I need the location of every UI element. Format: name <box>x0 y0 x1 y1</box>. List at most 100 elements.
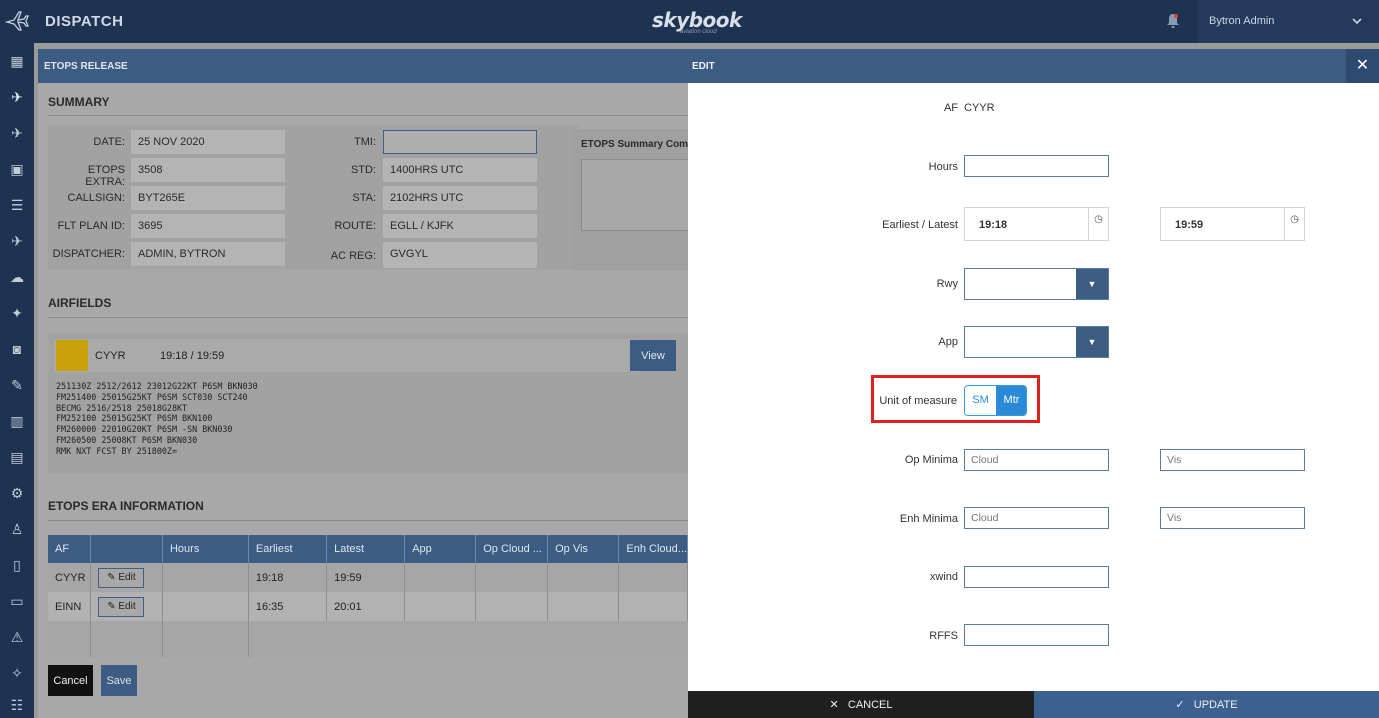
edit-row-button[interactable]: ✎ Edit <box>98 567 145 588</box>
flight-crossed-icon[interactable]: ✈ <box>8 124 26 142</box>
monitor-icon[interactable]: ▭ <box>8 592 26 610</box>
hours-label: Hours <box>928 161 958 173</box>
sta-label: STA: <box>352 192 376 204</box>
save-button[interactable]: Save <box>101 665 137 696</box>
edit-row-button[interactable]: ✎ Edit <box>98 596 145 617</box>
plane-icon[interactable]: ✈ <box>8 88 26 106</box>
clock-icon[interactable]: ◷ <box>1284 208 1304 240</box>
empty-cell <box>90 621 163 657</box>
user-icon[interactable]: ♙ <box>8 520 26 538</box>
weather-icon[interactable]: ☁ <box>8 268 26 286</box>
earliest-time-input[interactable]: 19:18 ◷ <box>964 207 1109 241</box>
era-col-enh-cloud[interactable]: Enh Cloud... <box>618 535 688 563</box>
edit-header-title: EDIT <box>692 61 715 72</box>
settings-box-icon[interactable]: ◙ <box>8 340 26 358</box>
update-button[interactable]: ✓ UPDATE <box>1034 691 1379 718</box>
grid-icon[interactable]: ▦ <box>8 52 26 70</box>
edit-document-icon[interactable]: ✎ <box>8 376 26 394</box>
user-menu[interactable]: Bytron Admin <box>1198 0 1379 43</box>
tmi-input[interactable] <box>383 130 537 154</box>
row-op-vis <box>547 563 620 592</box>
screen-icon[interactable]: ▤ <box>8 448 26 466</box>
era-col-op-cloud[interactable]: Op Cloud ... <box>475 535 549 563</box>
era-col-app[interactable]: App <box>404 535 477 563</box>
empty-cell <box>475 621 548 657</box>
era-header-row: AF Hours Earliest Latest App Op Cloud ..… <box>48 535 688 563</box>
era-col-actions <box>90 535 163 563</box>
table-row: EINN ✎ Edit 16:35 20:01 <box>48 592 688 621</box>
pin-icon[interactable]: ✦ <box>8 304 26 322</box>
summary-divider <box>48 115 688 116</box>
table-row: CYYR ✎ Edit 19:18 19:59 <box>48 563 688 592</box>
era-col-hours[interactable]: Hours <box>162 535 249 563</box>
cogs-icon[interactable]: ⚙ <box>8 484 26 502</box>
std-value: 1400HRS UTC <box>383 158 537 182</box>
row-af: CYYR <box>48 563 92 592</box>
etops-header-title: ETOPS RELEASE <box>44 61 128 72</box>
document-icon[interactable]: ▯ <box>8 556 26 574</box>
era-divider <box>48 520 688 521</box>
side-nav: ▦ ✈ ✈ ▣ ☰ ✈ ☁ ✦ ◙ ✎ ▥ ▤ ⚙ ♙ ▯ ▭ ⚠ ✧ ☷ <box>0 43 34 718</box>
uom-sm-option[interactable]: SM <box>965 386 996 415</box>
latest-time-input[interactable]: 19:59 ◷ <box>1160 207 1305 241</box>
chevron-down-icon[interactable]: ▼ <box>1076 327 1108 357</box>
row-af: EINN <box>48 592 92 621</box>
warning-icon[interactable]: ⚠ <box>8 628 26 646</box>
comments-textarea[interactable] <box>581 159 691 231</box>
chevron-down-icon[interactable]: ▼ <box>1076 269 1108 299</box>
taf-text: 251130Z 2512/2612 23012G22KT P6SM BKN030… <box>56 381 258 456</box>
rffs-input[interactable] <box>964 624 1109 646</box>
tmi-label: TMI: <box>354 136 376 148</box>
edit-panel: EDIT ✕ AF CYYR Hours Earliest / Latest 1… <box>688 49 1379 718</box>
view-button[interactable]: View <box>630 340 676 371</box>
row-op-vis <box>547 592 620 621</box>
close-icon[interactable]: ✕ <box>1346 49 1379 83</box>
op-minima-vis-input[interactable] <box>1160 449 1305 471</box>
cancel-edit-button[interactable]: ✕ CANCEL <box>688 691 1034 718</box>
earliest-latest-label: Earliest / Latest <box>882 219 958 231</box>
era-table: AF Hours Earliest Latest App Op Cloud ..… <box>48 535 688 657</box>
sliders-icon[interactable]: ☷ <box>8 696 26 714</box>
unit-of-measure-toggle[interactable]: SM Mtr <box>964 385 1027 416</box>
bell-icon[interactable] <box>1166 13 1180 29</box>
edit-row-label: Edit <box>118 600 136 612</box>
hours-input[interactable] <box>964 155 1109 177</box>
airfields-divider <box>48 317 688 318</box>
plane-logo-icon[interactable] <box>5 9 29 33</box>
app-select[interactable]: ▼ <box>964 326 1109 358</box>
clock-icon[interactable]: ◷ <box>1088 208 1108 240</box>
book-icon[interactable]: ▥ <box>8 412 26 430</box>
plane-gear-icon[interactable]: ✈ <box>8 232 26 250</box>
route-value: EGLL / KJFK <box>383 214 537 238</box>
monitor-plane-icon[interactable]: ▣ <box>8 160 26 178</box>
app-title: DISPATCH <box>45 13 124 30</box>
rwy-label: Rwy <box>936 278 958 290</box>
update-label: UPDATE <box>1193 699 1238 711</box>
empty-cell <box>248 621 327 657</box>
af-value: CYYR <box>964 102 995 114</box>
row-op-cloud <box>475 592 549 621</box>
row-earliest: 19:18 <box>248 563 328 592</box>
brand-tagline: aviation cloud <box>680 29 717 35</box>
latest-time-value: 19:59 <box>1175 219 1204 231</box>
empty-cell <box>162 621 249 657</box>
era-col-op-vis[interactable]: Op Vis <box>547 535 620 563</box>
row-hours <box>162 563 249 592</box>
airfield-row: CYYR 19:18 / 19:59 <box>54 339 638 372</box>
acreg-value: GVGYL <box>383 242 537 268</box>
uom-mtr-option[interactable]: Mtr <box>996 386 1026 415</box>
cancel-button[interactable]: Cancel <box>48 665 93 696</box>
era-col-earliest[interactable]: Earliest <box>248 535 328 563</box>
flt-plan-value: 3695 <box>131 214 285 238</box>
era-col-latest[interactable]: Latest <box>326 535 406 563</box>
enh-minima-vis-input[interactable] <box>1160 507 1305 529</box>
rwy-select[interactable]: ▼ <box>964 268 1109 300</box>
enh-minima-cloud-input[interactable] <box>964 507 1109 529</box>
tools-icon[interactable]: ✧ <box>8 664 26 682</box>
list-icon[interactable]: ☰ <box>8 196 26 214</box>
xwind-input[interactable] <box>964 566 1109 588</box>
era-col-af[interactable]: AF <box>48 535 92 563</box>
op-minima-cloud-input[interactable] <box>964 449 1109 471</box>
airfields-title: AIRFIELDS <box>48 296 112 310</box>
route-label: ROUTE: <box>334 220 376 232</box>
